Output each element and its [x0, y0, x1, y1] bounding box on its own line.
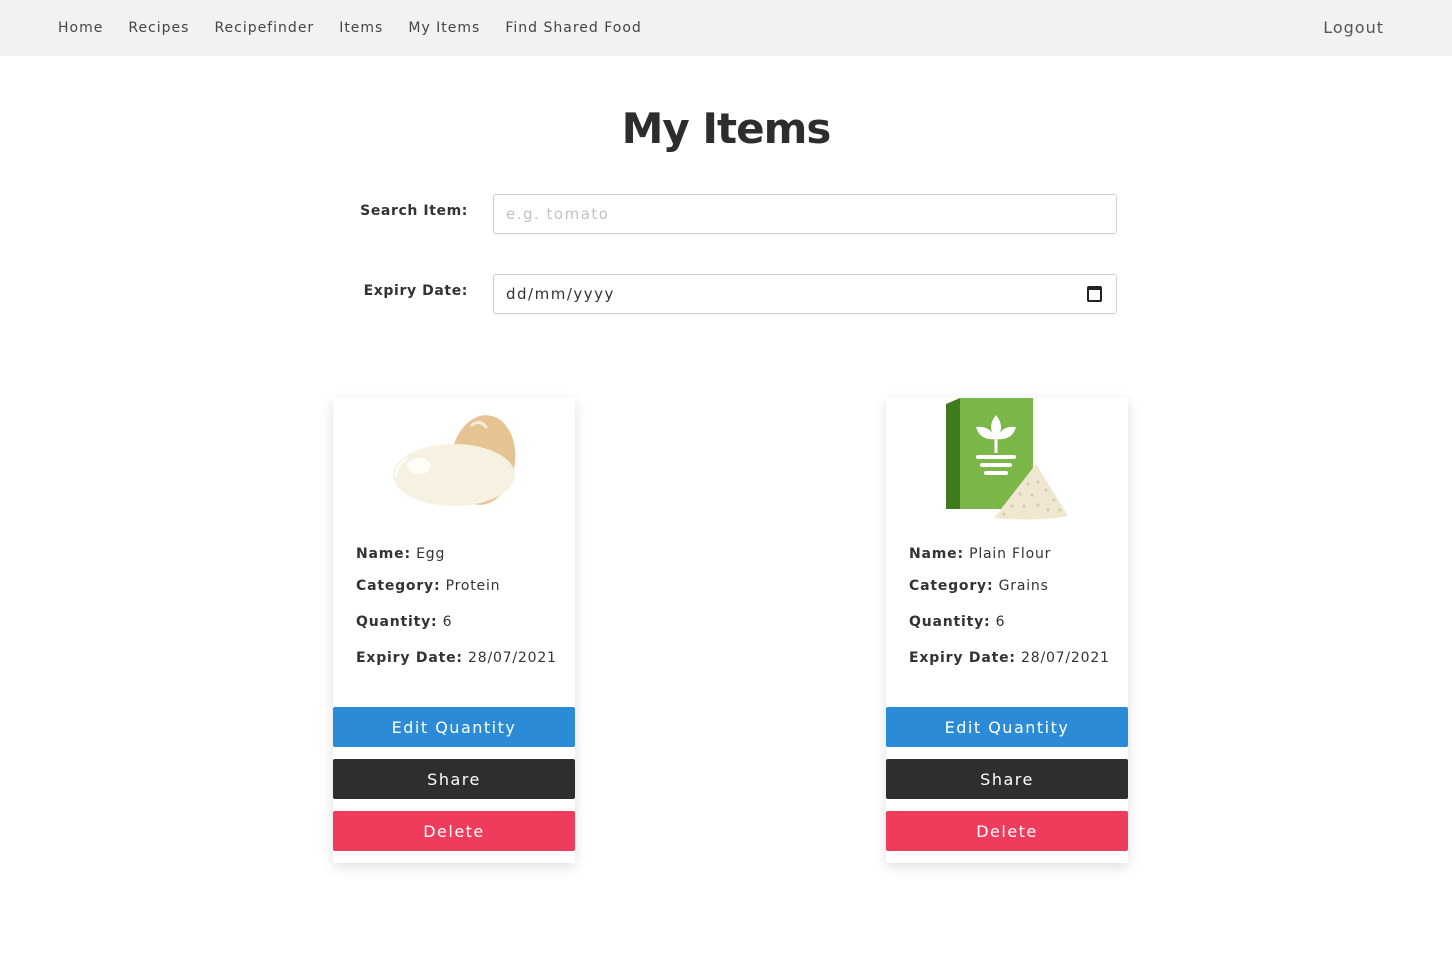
item-expiry-value: 28/07/2021 [468, 650, 557, 666]
item-category-value: Protein [445, 578, 501, 594]
flour-icon [946, 398, 1068, 520]
page-title: My Items [621, 104, 832, 153]
expiry-date-input[interactable]: dd/mm/yyyy [493, 274, 1117, 314]
item-name: Name: Plain Flour [909, 546, 1052, 562]
item-quantity: Quantity: 6 [909, 614, 1006, 630]
egg-icon [393, 415, 516, 506]
edit-quantity-button[interactable]: Edit Quantity [333, 707, 575, 747]
nav-my-items-link[interactable]: My Items [408, 20, 480, 36]
nav-home-link[interactable]: Home [58, 20, 103, 36]
item-card: Name: Plain Flour Category: Grains Quant… [886, 398, 1128, 863]
delete-button[interactable]: Delete [886, 811, 1128, 851]
edit-quantity-button[interactable]: Edit Quantity [886, 707, 1128, 747]
item-expiry: Expiry Date: 28/07/2021 [356, 650, 557, 666]
nav-links: Home Recipes Recipefinder Items My Items… [58, 0, 667, 56]
expiry-date-value: dd/mm/yyyy [506, 285, 615, 303]
item-name: Name: Egg [356, 546, 446, 562]
item-name-value: Plain Flour [969, 546, 1052, 562]
navbar: Home Recipes Recipefinder Items My Items… [0, 0, 1452, 56]
item-expiry-value: 28/07/2021 [1021, 650, 1110, 666]
nav-items-link[interactable]: Items [339, 20, 383, 36]
item-card: Name: Egg Category: Protein Quantity: 6 … [333, 398, 575, 863]
item-category: Category: Protein [356, 578, 501, 594]
item-quantity-value: 6 [442, 614, 453, 630]
item-quantity-value: 6 [995, 614, 1006, 630]
item-expiry: Expiry Date: 28/07/2021 [909, 650, 1110, 666]
nav-recipefinder-link[interactable]: Recipefinder [214, 20, 314, 36]
delete-button[interactable]: Delete [333, 811, 575, 851]
expiry-date-label: Expiry Date: [363, 283, 468, 299]
calendar-icon[interactable] [1087, 286, 1102, 302]
search-input[interactable] [493, 194, 1117, 234]
item-category-value: Grains [998, 578, 1049, 594]
item-category: Category: Grains [909, 578, 1049, 594]
item-quantity: Quantity: 6 [356, 614, 453, 630]
search-label: Search Item: [360, 203, 468, 219]
item-name-value: Egg [416, 546, 446, 562]
nav-find-shared-food-link[interactable]: Find Shared Food [505, 20, 641, 36]
logout-link[interactable]: Logout [1323, 18, 1384, 37]
share-button[interactable]: Share [333, 759, 575, 799]
share-button[interactable]: Share [886, 759, 1128, 799]
nav-recipes-link[interactable]: Recipes [128, 20, 189, 36]
